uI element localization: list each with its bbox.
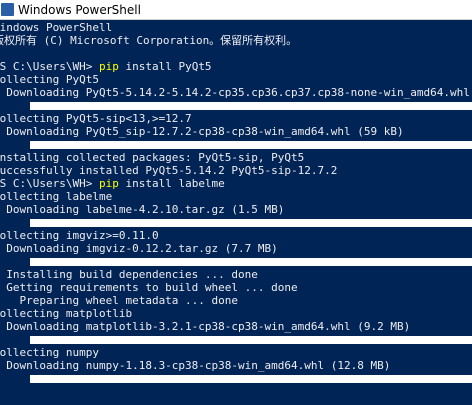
powershell-window: Windows PowerShell Windows PowerShell 版权所… <box>0 0 472 405</box>
console-lines: Windows PowerShell 版权所有 (C) Microsoft Cor… <box>0 21 472 385</box>
prompt-text: install labelme <box>118 177 225 190</box>
progress-bar-track <box>30 141 472 149</box>
output-line: Collecting imgviz>=0.11.0 <box>0 229 159 242</box>
output-line: Downloading labelme-4.2.10.tar.gz (1.5 M… <box>0 203 285 216</box>
output-line: Installing build dependencies ... done <box>0 268 258 281</box>
progress-bar-track <box>30 258 472 266</box>
prompt-text: PS C:\Users\WH> <box>0 60 99 73</box>
powershell-icon <box>1 3 14 16</box>
download-progress-bar <box>0 255 472 268</box>
progress-bar-fill <box>31 142 472 148</box>
console-output[interactable]: Windows PowerShell 版权所有 (C) Microsoft Cor… <box>0 20 472 405</box>
download-progress-bar <box>0 138 472 151</box>
title-bar[interactable]: Windows PowerShell <box>0 0 472 20</box>
download-progress-bar <box>0 99 472 112</box>
output-line: Installing collected packages: PyQt5-sip… <box>0 151 305 164</box>
output-line: 版权所有 (C) Microsoft Corporation。保留所有权利。 <box>0 34 298 47</box>
progress-bar-track <box>30 219 472 227</box>
progress-bar-fill <box>31 103 472 109</box>
output-line: Successfully installed PyQt5-5.14.2 PyQt… <box>0 164 338 177</box>
command-keyword: pip <box>98 177 119 190</box>
progress-bar-fill <box>31 337 472 343</box>
output-line: Downloading imgviz-0.12.2.tar.gz (7.7 MB… <box>0 242 278 255</box>
output-line: Downloading matplotlib-3.2.1-cp38-cp38-w… <box>0 320 411 333</box>
download-progress-bar <box>0 216 472 229</box>
command-keyword: pip <box>98 60 119 73</box>
prompt-line: PS C:\Users\WH> pip install PyQt5 <box>0 60 472 73</box>
output-line: Downloading PyQt5-5.14.2-5.14.2-cp35.cp3… <box>6 86 470 99</box>
output-line: Collecting numpy <box>0 346 99 359</box>
progress-bar-fill <box>31 220 472 226</box>
window-title: Windows PowerShell <box>18 3 141 17</box>
output-line: Preparing wheel metadata ... done <box>0 294 239 307</box>
output-line: Collecting matplotlib <box>0 307 133 320</box>
download-progress-bar <box>0 372 472 385</box>
output-line: Getting requirements to build wheel ... … <box>0 281 298 294</box>
progress-bar-fill <box>31 376 472 382</box>
download-progress-bar <box>0 333 472 346</box>
prompt-line: PS C:\Users\WH> pip install labelme <box>0 177 472 190</box>
output-line: Windows PowerShell <box>0 21 113 34</box>
prompt-text: install PyQt5 <box>118 60 212 73</box>
prompt-text: PS C:\Users\WH> <box>0 177 99 190</box>
progress-bar-track <box>30 102 472 110</box>
progress-bar-track <box>30 336 472 344</box>
output-line: Downloading PyQt5_sip-12.7.2-cp38-cp38-w… <box>0 125 404 138</box>
output-line: Collecting PyQt5 <box>0 73 99 86</box>
output-line: Collecting PyQt5-sip<13,>=12.7 <box>0 112 192 125</box>
output-line: Downloading numpy-1.18.3-cp38-cp38-win_a… <box>0 359 391 372</box>
progress-bar-track <box>30 375 472 383</box>
output-line: Collecting labelme <box>0 190 113 203</box>
progress-bar-fill <box>31 259 472 265</box>
